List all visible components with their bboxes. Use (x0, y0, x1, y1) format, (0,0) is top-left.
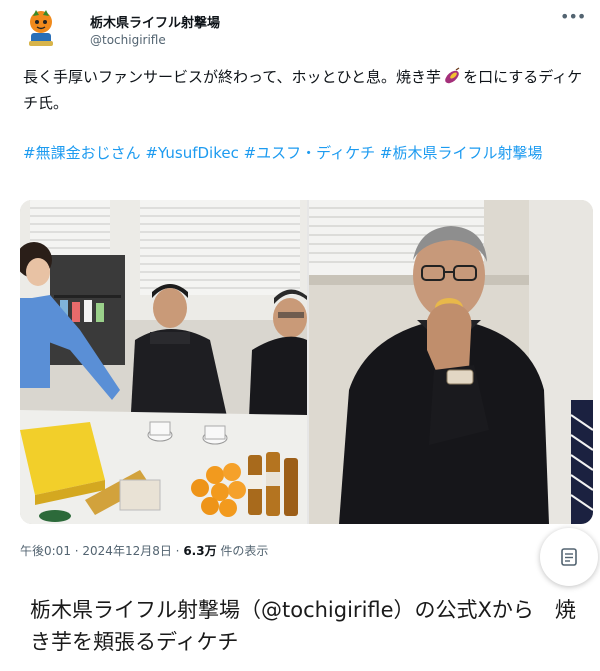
photo-man-eating[interactable] (309, 200, 593, 524)
sweet-potato-icon (443, 67, 461, 85)
view-count: 6.3万 (183, 544, 217, 558)
post-date[interactable]: 2024年12月8日 (82, 544, 171, 558)
hashtag-link[interactable]: #YusufDikec (145, 144, 238, 162)
display-name[interactable]: 栃木県ライフル射撃場 (90, 12, 220, 31)
views-label: 件の表示 (216, 544, 269, 558)
hashtag-link[interactable]: #無課金おじさん (23, 144, 141, 162)
avatar[interactable] (24, 8, 58, 48)
meta-separator: · (70, 544, 83, 558)
post-meta: 午後0:01 · 2024年12月8日 · 6.3万 件の表示 (20, 542, 268, 559)
bookmark-icon (561, 548, 577, 566)
media-grid (20, 200, 593, 524)
hashtag-link[interactable]: #栃木県ライフル射撃場 (380, 144, 543, 162)
photo-table-scene[interactable] (20, 200, 307, 524)
hashtag-list: #無課金おじさん #YusufDikec #ユスフ・ディケチ #栃木県ライフル射… (23, 142, 595, 164)
post-time[interactable]: 午後0:01 (20, 544, 71, 558)
handle[interactable]: @tochigirifle (90, 33, 166, 47)
post-text-part-1: 長く手厚いファンサービスが終わって、ホッとひと息。焼き芋 (23, 68, 442, 86)
hashtag-link[interactable]: #ユスフ・ディケチ (244, 144, 376, 162)
post-card: 栃木県ライフル射撃場 @tochigirifle ••• 長く手厚いファンサービ… (0, 0, 600, 586)
bookmark-button[interactable] (540, 528, 598, 586)
post-header: 栃木県ライフル射撃場 @tochigirifle ••• (20, 6, 590, 50)
meta-separator: · (171, 544, 184, 558)
post-text: 長く手厚いファンサービスが終わって、ホッとひと息。焼き芋 を口にするディケチ氏。 (23, 64, 583, 116)
more-icon[interactable]: ••• (560, 8, 586, 28)
article-caption: 栃木県ライフル射撃場（@tochigirifle）の公式Xから 焼き芋を頬張るデ… (30, 598, 576, 654)
